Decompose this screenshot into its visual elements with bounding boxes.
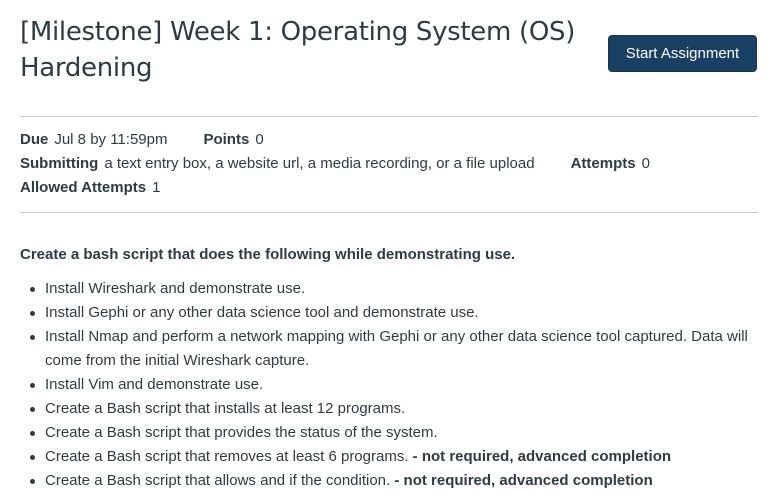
due-value: Jul 8 by 11:59pm — [54, 131, 168, 148]
assignment-header: [Milestone] Week 1: Operating System (OS… — [20, 0, 757, 104]
list-item: Create a Bash script that installs at le… — [30, 397, 758, 421]
points-label: Points — [203, 131, 250, 148]
allowed-attempts-value: 1 — [152, 179, 161, 196]
submitting-label: Submitting — [20, 155, 99, 172]
list-item: Install Wireshark and demonstrate use. — [30, 277, 758, 301]
page-title: [Milestone] Week 1: Operating System (OS… — [20, 17, 576, 83]
due-label: Due — [20, 131, 49, 148]
task-text: Create a Bash script that installs at le… — [45, 400, 406, 417]
divider-top — [20, 116, 758, 117]
assignment-description: Create a bash script that does the follo… — [20, 243, 758, 493]
details-row-due: Due Jul 8 by 11:59pm Points 0 — [20, 128, 758, 152]
allowed-attempts-label: Allowed Attempts — [20, 179, 147, 196]
task-text: Install Nmap and perform a network mappi… — [45, 328, 748, 369]
advanced-note: - not required, advanced completion — [394, 472, 653, 489]
divider-bottom — [20, 212, 758, 213]
details-row-allowed: Allowed Attempts 1 — [20, 176, 758, 200]
advanced-note: - not required, advanced completion — [412, 448, 672, 465]
task-text: Create a Bash script that allows and if … — [45, 472, 391, 489]
task-text: Install Vim and demonstrate use. — [45, 376, 264, 393]
task-text: Install Wireshark and demonstrate use. — [45, 280, 306, 297]
task-list: Install Wireshark and demonstrate use. I… — [20, 277, 758, 493]
task-text: Create a Bash script that provides the s… — [45, 424, 438, 441]
submitting-value: a text entry box, a website url, a media… — [104, 155, 535, 172]
list-item: Create a Bash script that provides the s… — [30, 421, 758, 445]
task-text: Create a Bash script that removes at lea… — [45, 448, 409, 465]
list-item: Install Gephi or any other data science … — [30, 301, 758, 325]
task-text: Install Gephi or any other data science … — [45, 304, 479, 321]
list-item: Install Vim and demonstrate use. — [30, 373, 758, 397]
assignment-details: Due Jul 8 by 11:59pm Points 0 Submitting a t… — [20, 128, 758, 200]
list-item: Create a Bash script that removes at lea… — [30, 445, 758, 469]
attempts-value: 0 — [641, 155, 650, 172]
start-assignment-button[interactable]: Start Assignment — [608, 35, 757, 72]
details-row-submitting: Submitting a text entry box, a website ur… — [20, 152, 758, 176]
attempts-label: Attempts — [570, 155, 636, 172]
description-intro: Create a bash script that does the follo… — [20, 246, 516, 263]
points-value: 0 — [255, 131, 264, 148]
list-item: Create a Bash script that allows and if … — [30, 469, 758, 493]
list-item: Install Nmap and perform a network mappi… — [30, 325, 758, 373]
